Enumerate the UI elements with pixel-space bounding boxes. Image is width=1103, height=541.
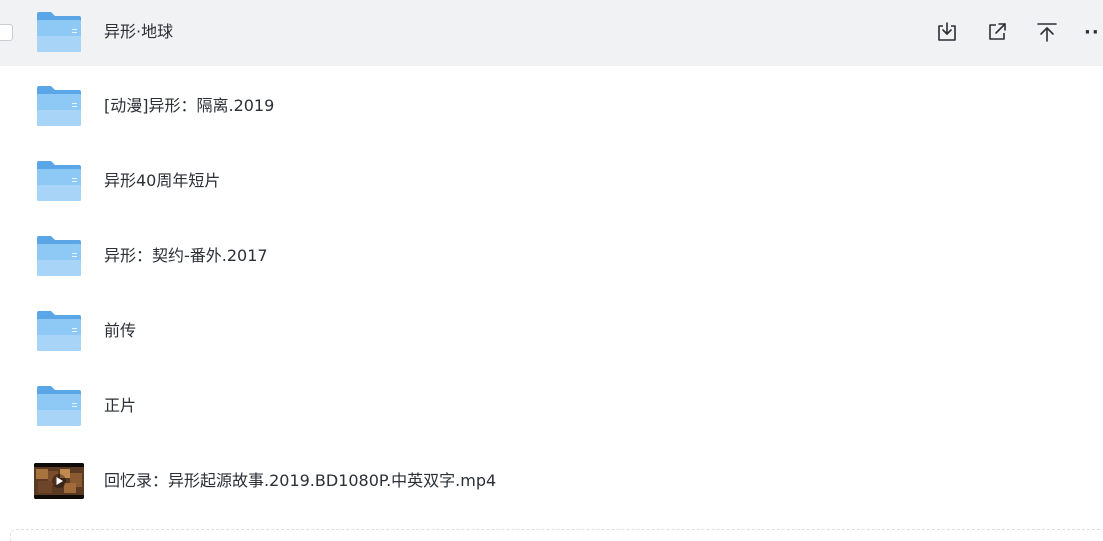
share-button[interactable]	[984, 17, 1010, 47]
list-item-folder[interactable]: [动漫]异形：隔离.2019	[0, 74, 1103, 140]
folder-icon	[37, 86, 81, 126]
row-actions: ··	[934, 17, 1103, 47]
drop-zone-border	[10, 529, 1103, 541]
file-name[interactable]: [动漫]异形：隔离.2019	[104, 96, 274, 116]
download-icon	[938, 22, 956, 41]
list-item-folder[interactable]: 异形40周年短片	[0, 149, 1103, 215]
folder-icon	[37, 311, 81, 351]
more-icon: ··	[1084, 21, 1100, 43]
file-name[interactable]: 异形：契约-番外.2017	[104, 246, 268, 266]
file-list: 异形·地球 ·· [动漫]异形：隔离.2019 异形40周年短片 异形：契约-番…	[0, 0, 1103, 541]
list-item-folder[interactable]: 异形：契约-番外.2017	[0, 224, 1103, 290]
video-thumbnail-icon	[34, 463, 84, 499]
more-button[interactable]: ··	[1084, 17, 1103, 47]
list-item-folder[interactable]: 正片	[0, 374, 1103, 440]
list-item-folder[interactable]: 异形·地球 ··	[0, 0, 1103, 66]
file-name[interactable]: 异形·地球	[104, 22, 173, 42]
file-name[interactable]: 回忆录：异形起源故事.2019.BD1080P.中英双字.mp4	[104, 471, 496, 491]
file-name[interactable]: 异形40周年短片	[104, 171, 220, 191]
file-name[interactable]: 前传	[104, 321, 136, 341]
share-icon	[989, 23, 1006, 40]
folder-icon	[37, 236, 81, 276]
folder-icon	[37, 386, 81, 426]
move-to-top-icon	[1037, 23, 1057, 42]
download-button[interactable]	[934, 17, 960, 47]
move-to-top-button[interactable]	[1034, 17, 1060, 47]
folder-icon	[37, 161, 81, 201]
list-item-folder[interactable]: 前传	[0, 299, 1103, 365]
list-item-video[interactable]: 回忆录：异形起源故事.2019.BD1080P.中英双字.mp4	[0, 449, 1103, 515]
folder-icon	[37, 12, 81, 52]
file-name[interactable]: 正片	[104, 396, 136, 416]
row-checkbox[interactable]	[0, 24, 13, 41]
